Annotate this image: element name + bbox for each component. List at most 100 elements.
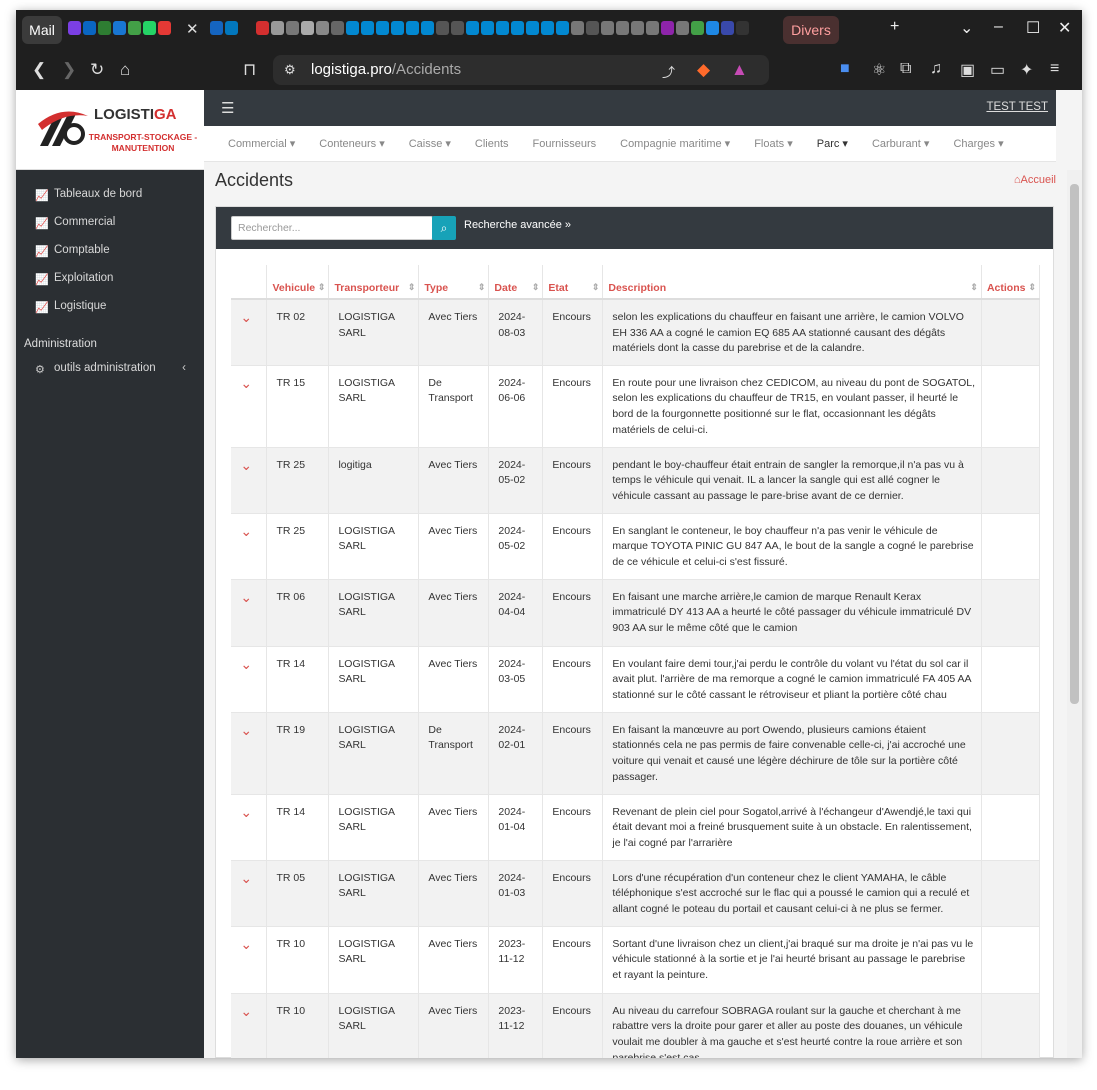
nav-conteneurs[interactable]: Conteneurs ▾ [319,137,384,150]
logo[interactable]: LOGISTIGA TRANSPORT-STOCKAGE -MANUTENTIO… [16,90,204,170]
cell-actions[interactable] [981,513,1041,580]
expand-chevron-icon[interactable]: ⌄ [231,794,268,861]
cell-actions[interactable] [981,712,1041,795]
expand-chevron-icon[interactable]: ⌄ [231,365,268,448]
nav-charges[interactable]: Charges ▾ [953,137,1003,150]
close-icon[interactable]: ✕ [186,20,199,38]
nav-commercial[interactable]: Commercial ▾ [228,137,295,150]
tab-favicon[interactable] [571,21,584,35]
table-row[interactable]: ⌄ TR 25 logitiga Avec Tiers 2024-05-02 E… [231,447,1041,514]
react-icon[interactable]: ⚛ [872,60,886,80]
cell-actions[interactable] [981,447,1041,514]
tab-favicon[interactable] [113,21,126,35]
tab-favicon[interactable] [376,21,389,35]
cell-actions[interactable] [981,579,1041,647]
tab-favicon[interactable] [616,21,629,35]
tab-favicon[interactable] [631,21,644,35]
tab-favicon[interactable] [391,21,404,35]
tab-favicon[interactable] [466,21,479,35]
chevron-down-icon[interactable]: ⌄ [960,18,973,38]
nav-carburant[interactable]: Carburant ▾ [872,137,930,150]
tab-favicon[interactable] [436,21,449,35]
tab-favicon[interactable] [496,21,509,35]
tab-favicon[interactable] [98,21,111,35]
nav-compagnie-maritime[interactable]: Compagnie maritime ▾ [620,137,730,150]
minimize-icon[interactable]: – [994,18,1003,36]
back-icon[interactable]: ❮ [32,60,46,80]
tab-favicon[interactable] [451,21,464,35]
tab-favicon[interactable] [646,21,659,35]
nav-fournisseurs[interactable]: Fournisseurs [533,138,597,150]
expand-chevron-icon[interactable]: ⌄ [231,579,268,647]
table-row[interactable]: ⌄ TR 19 LOGISTIGA SARL De Transport 2024… [231,712,1041,795]
tab-favicon[interactable] [721,21,734,35]
tab-favicon[interactable] [301,21,314,35]
tab-favicon[interactable] [481,21,494,35]
cell-actions[interactable] [981,646,1041,713]
table-row[interactable]: ⌄ TR 10 LOGISTIGA SARL Avec Tiers 2023-1… [231,926,1041,994]
col-vehicule[interactable]: Vehicule ⇕ [266,265,330,300]
cell-actions[interactable] [981,794,1041,861]
table-row[interactable]: ⌄ TR 05 LOGISTIGA SARL Avec Tiers 2024-0… [231,860,1041,927]
hamburger-icon[interactable]: ☰ [221,99,234,117]
extensions-icon[interactable]: ⧉ [900,60,911,78]
cell-actions[interactable] [981,365,1041,448]
music-icon[interactable]: ♫ [930,60,942,78]
col-date[interactable]: Date ⇕ [488,265,544,300]
cell-actions[interactable] [981,299,1041,366]
sidebar-item-commercial[interactable]: 📈 Commercial [16,208,204,236]
col-transporteur[interactable]: Transporteur ⇕ [328,265,420,300]
home-link[interactable]: ⌂Accueil [1014,174,1056,186]
search-button[interactable]: ⌕ [432,216,456,240]
new-tab-icon[interactable]: + [890,18,899,36]
tab-favicon[interactable] [225,21,238,35]
nav-caisse[interactable]: Caisse ▾ [409,137,451,150]
expand-chevron-icon[interactable]: ⌄ [231,993,268,1058]
wallet-icon[interactable]: ▭ [990,60,1005,80]
share-icon[interactable]: ⤴ [662,62,675,81]
sidebar-toggle-icon[interactable]: ▣ [960,60,975,80]
tab-favicon[interactable] [68,21,81,35]
translate-icon[interactable]: ■ [840,60,850,78]
tab-favicon[interactable] [256,21,269,35]
search-input[interactable]: Rechercher... [231,216,433,240]
close-window-icon[interactable]: ✕ [1058,18,1071,38]
expand-chevron-icon[interactable]: ⌄ [231,860,268,927]
nav-clients[interactable]: Clients [475,138,509,150]
scrollbar-thumb[interactable] [1070,184,1079,704]
bookmark-icon[interactable]: ⊓ [243,60,256,80]
table-row[interactable]: ⌄ TR 14 LOGISTIGA SARL Avec Tiers 2024-0… [231,794,1041,861]
tab-favicon[interactable] [691,21,704,35]
tab-favicon[interactable] [210,21,223,35]
tab-favicon[interactable] [406,21,419,35]
cell-actions[interactable] [981,926,1041,994]
tab-favicon[interactable] [286,21,299,35]
cell-actions[interactable] [981,993,1041,1058]
sidebar-item-logistique[interactable]: 📈 Logistique [16,292,204,320]
tab-mail[interactable]: Mail [22,16,62,44]
tab-favicon[interactable] [601,21,614,35]
brave-shield-icon[interactable]: ◆ [697,60,710,80]
sidebar-item-exploitation[interactable]: 📈 Exploitation [16,264,204,292]
cell-actions[interactable] [981,860,1041,927]
table-row[interactable]: ⌄ TR 15 LOGISTIGA SARL De Transport 2024… [231,365,1041,448]
tab-favicon[interactable] [586,21,599,35]
tab-favicon[interactable] [421,21,434,35]
tab-favicon[interactable] [331,21,344,35]
nav-floats[interactable]: Floats ▾ [754,137,793,150]
tab-favicon[interactable] [361,21,374,35]
table-row[interactable]: ⌄ TR 02 LOGISTIGA SARL Avec Tiers 2024-0… [231,299,1041,366]
col-description[interactable]: Description ⇕ [602,265,982,300]
expand-chevron-icon[interactable]: ⌄ [231,447,268,514]
sidebar-item-outils-administration[interactable]: ⚙ outils administration ‹ [16,354,204,382]
leo-icon[interactable]: ✦ [1020,60,1033,80]
table-row[interactable]: ⌄ TR 10 LOGISTIGA SARL Avec Tiers 2023-1… [231,993,1041,1058]
expand-chevron-icon[interactable]: ⌄ [231,646,268,713]
user-link[interactable]: TEST TEST [986,101,1048,113]
col-etat[interactable]: Etat ⇕ [542,265,604,300]
expand-chevron-icon[interactable]: ⌄ [231,299,268,366]
tab-group-divers[interactable]: Divers [783,16,839,44]
advanced-search-link[interactable]: Recherche avancée » [464,219,571,231]
reload-icon[interactable]: ↻ [90,60,104,80]
sidebar-item-tableaux-de-bord[interactable]: 📈 Tableaux de bord [16,180,204,208]
